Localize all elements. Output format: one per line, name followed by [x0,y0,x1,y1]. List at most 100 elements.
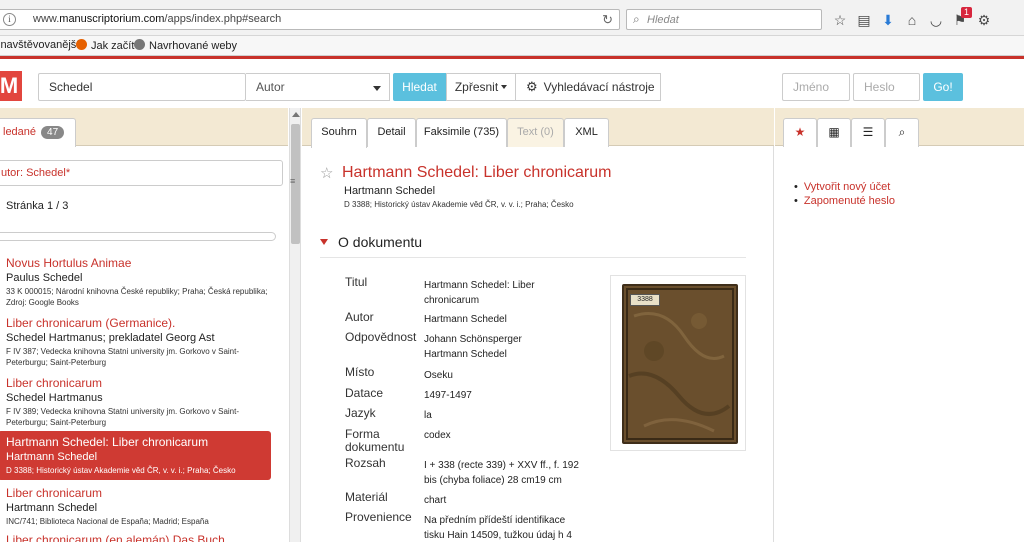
results-progress-bar [0,232,276,241]
download-icon[interactable]: ⬇ [876,9,900,31]
result-title[interactable]: Liber chronicarum (Germanice). [6,316,272,330]
bookmarks-bar: jnavštěvovanější Jak začít Navrhované we… [0,36,1024,56]
search-tools-button[interactable]: ⚙ Vyhledávací nástroje [516,73,661,101]
result-item[interactable]: Novus Hortulus Animae Paulus Schedel 33 … [0,256,272,308]
result-title[interactable]: Novus Hortulus Animae [6,256,272,270]
pocket-icon[interactable]: ◡ [924,9,948,31]
field-label: Jazyk [345,406,376,420]
document-tabbar: Souhrn Detail Faksimile (735) Text (0) X… [302,108,774,148]
favorite-star-icon[interactable]: ☆ [320,164,333,182]
notifications-icon[interactable]: ⚑ 1 [948,7,972,31]
result-item[interactable]: Liber chronicarum (en alemán) Das Buch [0,533,272,542]
bookmark-suggested-sites[interactable]: Navrhované weby [134,39,237,52]
book-cover-image[interactable]: 3388 [622,284,738,444]
reading-list-icon[interactable]: ▤ [852,9,876,31]
panel-resize-grip-icon[interactable]: ≡ [290,176,295,186]
search-button[interactable]: Hledat [393,73,446,101]
shelfmark-label: 3388 [630,294,660,306]
create-account-link[interactable]: Vytvořit nový účet [794,180,895,194]
browser-search-placeholder: Hledat [647,14,679,26]
tab-facsimile[interactable]: Faksimile (735) [416,118,507,147]
address-bar[interactable]: i www.manuscriptorium.com/apps/index.php… [0,9,620,30]
field-select[interactable]: Autor [246,73,390,101]
username-field[interactable]: Jméno [782,73,850,101]
field-label: Forma dokumentu [345,427,405,454]
tab-found[interactable]: ledané 47 [0,118,76,147]
document-author: Hartmann Schedel [344,185,436,197]
browser-toolbar: i www.manuscriptorium.com/apps/index.php… [0,0,1024,36]
field-value: Na předním přídeští identifikace tisku H… [424,515,572,541]
site-info-icon[interactable]: i [3,13,16,26]
field-value: 1497-1497 [424,390,472,401]
browser-search-input[interactable]: ⌕ Hledat [626,9,822,30]
search-icon: ⌕ [633,12,640,26]
extension-icon[interactable]: ⚙ [972,9,996,31]
list-view-icon[interactable]: ☰ [851,118,885,147]
section-divider [320,257,746,258]
field-label: Odpovědnost [345,330,417,344]
result-meta: F IV 387; Vedecka knihovna Statni univer… [6,347,239,367]
account-tabbar: ★ ▦ ☰ ⌕ [775,108,1024,147]
results-count-badge: 47 [41,126,65,139]
account-links: Vytvořit nový účet Zapomenuté heslo [794,180,895,208]
results-panel: ledané 47 utor: Schedel* Stránka 1 / 3 No… [0,108,288,542]
reload-icon[interactable]: ↻ [602,12,613,28]
results-scrollbar[interactable] [289,108,301,542]
field-label: Autor [345,310,374,324]
firefox-icon [76,39,87,50]
refine-button[interactable]: Zpřesnit [446,73,516,101]
tab-xml[interactable]: XML [564,118,609,147]
tab-detail[interactable]: Detail [367,118,416,147]
gear-icon: ⚙ [526,79,538,94]
result-item[interactable]: Liber chronicarum Hartmann Schedel INC/7… [0,486,272,527]
field-value: I + 338 (recte 339) + XXV ff., f. 192 bi… [424,460,579,486]
field-value: Johann Schönsperger Hartmann Schedel [424,334,522,360]
browser-toolbar-icons: ☆ ▤ ⬇ ⌂ ◡ ⚑ 1 ⚙ [828,7,996,31]
field-label: Datace [345,386,384,400]
result-meta: INC/741; Biblioteca Nacional de España; … [6,517,209,526]
manuscriptorium-logo[interactable]: M [0,71,22,101]
field-value: Oseku [424,370,453,381]
result-title[interactable]: Hartmann Schedel: Liber chronicarum [6,435,271,449]
result-title[interactable]: Liber chronicarum [6,376,272,390]
document-shelfmark: D 3388; Historický ústav Akademie věd ČR… [344,200,574,209]
book-cover-texture [624,286,736,442]
result-author: Hartmann Schedel [6,502,98,514]
field-label: Provenience [345,510,412,524]
forgot-password-link[interactable]: Zapomenuté heslo [794,194,895,208]
chevron-down-icon [501,85,508,89]
tab-summary[interactable]: Souhrn [311,118,367,148]
home-icon[interactable]: ⌂ [900,9,924,31]
bookmark-most-visited[interactable]: jnavštěvovanější [0,39,79,51]
grid-view-icon[interactable]: ▦ [817,118,851,147]
result-meta: F IV 389; Vedecka knihovna Statni univer… [6,407,239,427]
result-item-selected[interactable]: Hartmann Schedel: Liber chronicarum Hart… [0,431,271,480]
globe-icon [134,39,145,50]
collapse-caret-icon[interactable] [320,239,328,245]
field-value: la [424,410,432,421]
field-label: Titul [345,275,368,289]
result-author: Schedel Hartmanus; prekladatel Georg Ast [6,332,215,344]
field-label: Rozsah [345,456,386,470]
tab-text: Text (0) [507,118,564,147]
result-item[interactable]: Liber chronicarum Schedel Hartmanus F IV… [0,376,272,428]
document-thumbnail[interactable]: 3388 [610,275,746,451]
login-button[interactable]: Go! [923,73,963,101]
result-item[interactable]: Liber chronicarum (Germanice). Schedel H… [0,316,272,368]
field-value: Hartmann Schedel: Liber chronicarum [424,280,535,306]
bookmark-star-icon[interactable]: ☆ [828,9,852,31]
url-text: www.manuscriptorium.com/apps/index.php#s… [33,13,282,25]
bookmark-getting-started[interactable]: Jak začít [76,39,134,52]
result-title[interactable]: Liber chronicarum (en alemán) Das Buch [6,533,272,542]
result-title[interactable]: Liber chronicarum [6,486,272,500]
section-title[interactable]: O dokumentu [338,234,422,250]
field-value: codex [424,430,451,441]
scroll-up-arrow-icon[interactable] [292,112,300,117]
query-input[interactable]: Schedel [38,73,246,101]
active-filter[interactable]: utor: Schedel* [0,160,283,186]
search-icon[interactable]: ⌕ [885,118,919,147]
favorites-star-icon[interactable]: ★ [783,118,817,147]
result-author: Paulus Schedel [6,272,83,284]
result-meta: 33 K 000015; Národní knihovna České repu… [6,287,268,307]
password-field[interactable]: Heslo [853,73,920,101]
